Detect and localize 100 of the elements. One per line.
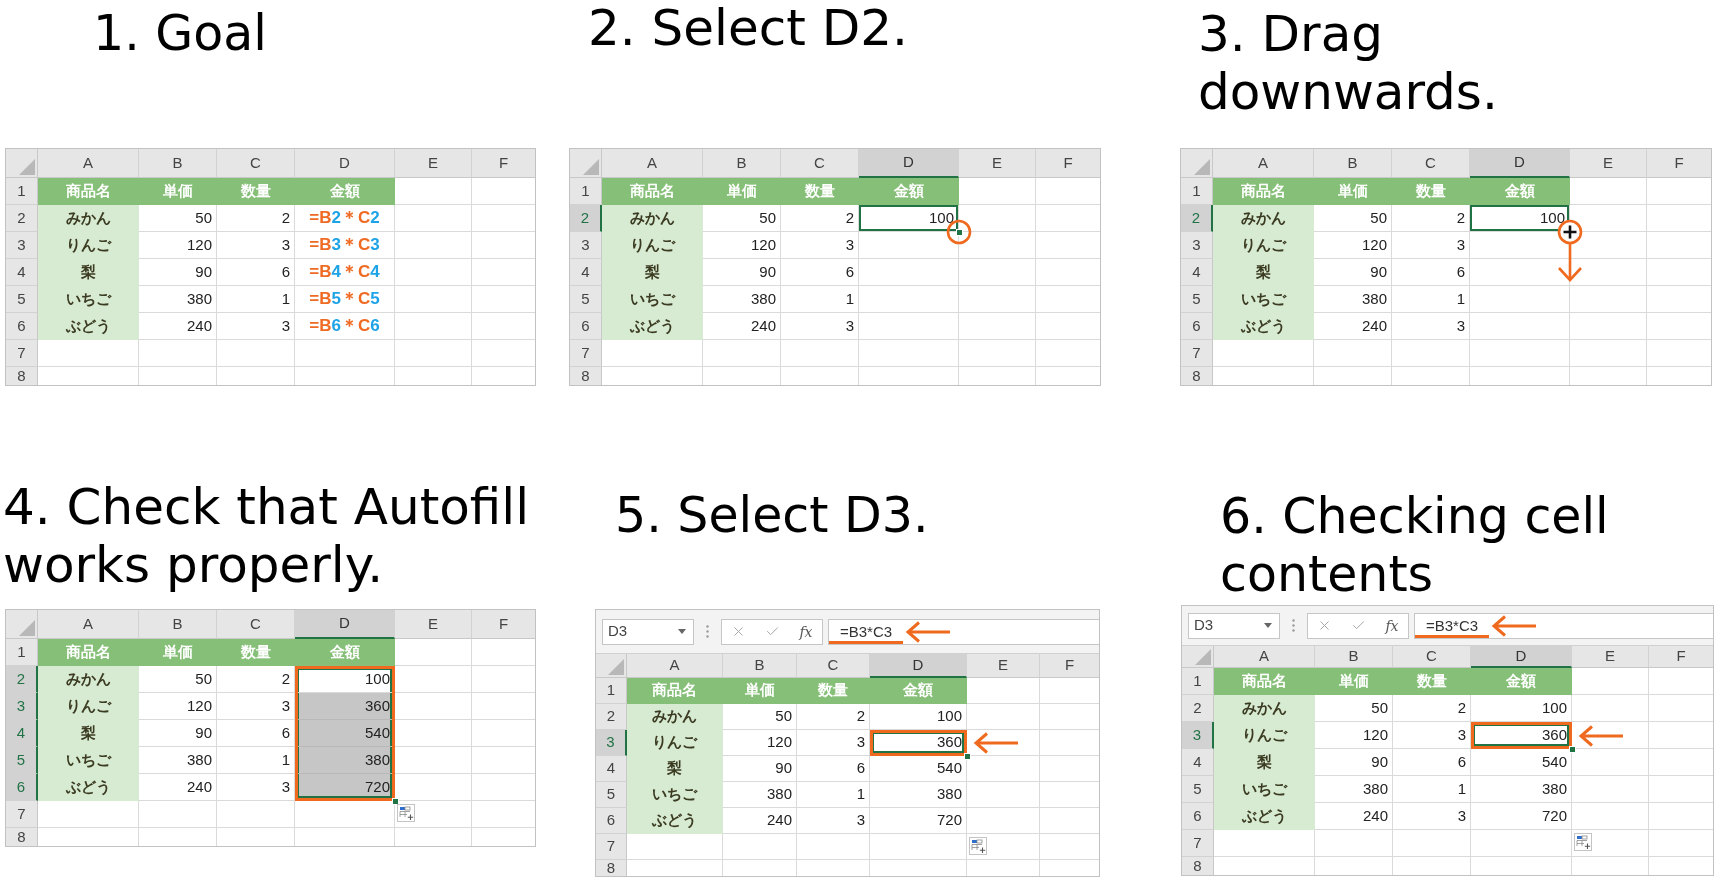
column-header[interactable]: E	[395, 149, 472, 178]
column-header[interactable]: F	[472, 610, 535, 639]
select-all-corner[interactable]	[6, 149, 38, 178]
row-header[interactable]: 2	[6, 666, 38, 693]
fill-handle[interactable]	[392, 798, 399, 805]
row-header[interactable]: 4	[1182, 749, 1214, 776]
row-header[interactable]: 5	[6, 747, 38, 774]
row-header[interactable]: 3	[570, 232, 602, 259]
column-header[interactable]: A	[38, 610, 139, 639]
row-header[interactable]: 1	[596, 678, 627, 704]
row-header[interactable]: 6	[570, 313, 602, 340]
column-header[interactable]: F	[1649, 646, 1713, 668]
row-header[interactable]: 1	[6, 178, 38, 205]
row-header[interactable]: 6	[6, 774, 38, 801]
column-header[interactable]: A	[602, 149, 703, 178]
row-header[interactable]: 7	[596, 834, 627, 860]
row-header[interactable]: 6	[1181, 313, 1213, 340]
column-header[interactable]: B	[139, 610, 217, 639]
column-header[interactable]: A	[38, 149, 139, 178]
row-header[interactable]: 4	[6, 720, 38, 747]
formula-field[interactable]: =B3*C3	[1414, 612, 1713, 639]
row-header[interactable]: 3	[6, 232, 38, 259]
column-header[interactable]: E	[1570, 149, 1647, 178]
select-all-corner[interactable]	[570, 149, 602, 178]
row-header[interactable]: 5	[6, 286, 38, 313]
column-header[interactable]: E	[959, 149, 1036, 178]
column-header[interactable]: F	[472, 149, 535, 178]
row-header[interactable]: 4	[1181, 259, 1213, 286]
row-header[interactable]: 7	[6, 340, 38, 367]
row-header[interactable]: 1	[6, 639, 38, 666]
row-header[interactable]: 6	[1182, 803, 1214, 830]
column-header[interactable]: B	[703, 149, 781, 178]
column-header[interactable]: F	[1036, 149, 1100, 178]
name-box[interactable]: D3	[602, 618, 694, 645]
row-header[interactable]: 5	[1181, 286, 1213, 313]
row-header[interactable]: 3	[596, 730, 627, 756]
column-header[interactable]: D	[295, 149, 395, 178]
table-plus-icon[interactable]	[1574, 833, 1592, 851]
column-header[interactable]: D	[295, 610, 395, 639]
row-header[interactable]: 8	[6, 828, 38, 846]
row-header[interactable]: 7	[1181, 340, 1213, 367]
column-header[interactable]: D	[1470, 149, 1570, 178]
column-header[interactable]: C	[1392, 149, 1470, 178]
row-header[interactable]: 7	[1182, 830, 1214, 857]
column-header[interactable]: C	[217, 610, 295, 639]
column-header[interactable]: F	[1647, 149, 1711, 178]
column-header[interactable]: D	[859, 149, 959, 178]
row-header[interactable]: 2	[1181, 205, 1213, 232]
row-header[interactable]: 3	[1181, 232, 1213, 259]
insert-function-button[interactable]: fx	[1385, 618, 1399, 633]
name-box[interactable]: D3	[1188, 612, 1280, 639]
column-header[interactable]: D	[870, 654, 967, 678]
row-header[interactable]: 2	[6, 205, 38, 232]
row-header[interactable]: 8	[570, 367, 602, 385]
column-header[interactable]: D	[1471, 646, 1572, 668]
row-header[interactable]: 3	[6, 693, 38, 720]
column-header[interactable]: B	[1314, 149, 1392, 178]
column-header[interactable]: E	[395, 610, 472, 639]
column-header[interactable]: E	[1572, 646, 1649, 668]
row-header[interactable]: 8	[1181, 367, 1213, 385]
select-all-corner[interactable]	[1182, 646, 1214, 668]
row-header[interactable]: 6	[6, 313, 38, 340]
row-header[interactable]: 8	[596, 860, 627, 876]
row-header[interactable]: 1	[570, 178, 602, 205]
fill-handle[interactable]	[964, 753, 971, 760]
select-all-corner[interactable]	[1181, 149, 1213, 178]
column-header[interactable]: F	[1040, 654, 1099, 678]
column-header[interactable]: A	[627, 654, 723, 678]
row-header[interactable]: 2	[570, 205, 602, 232]
row-header[interactable]: 3	[1182, 722, 1214, 749]
table-plus-icon[interactable]	[969, 837, 987, 855]
table-plus-icon[interactable]	[397, 804, 415, 822]
column-header[interactable]: B	[723, 654, 797, 678]
row-header[interactable]: 4	[6, 259, 38, 286]
fill-handle[interactable]	[956, 229, 963, 236]
row-header[interactable]: 8	[1182, 857, 1214, 875]
column-header[interactable]: C	[1393, 646, 1471, 668]
column-header[interactable]: B	[1315, 646, 1393, 668]
column-header[interactable]: E	[967, 654, 1040, 678]
insert-function-button[interactable]: fx	[799, 624, 813, 639]
select-all-corner[interactable]	[6, 610, 38, 639]
row-header[interactable]: 7	[6, 801, 38, 828]
column-header[interactable]: B	[139, 149, 217, 178]
row-header[interactable]: 1	[1182, 668, 1214, 695]
fill-handle[interactable]	[1569, 746, 1576, 753]
row-header[interactable]: 4	[570, 259, 602, 286]
row-header[interactable]: 6	[596, 808, 627, 834]
select-all-corner[interactable]	[596, 654, 627, 678]
column-header[interactable]: A	[1214, 646, 1315, 668]
row-header[interactable]: 5	[1182, 776, 1214, 803]
column-header[interactable]: C	[797, 654, 870, 678]
row-header[interactable]: 2	[1182, 695, 1214, 722]
row-header[interactable]: 7	[570, 340, 602, 367]
formula-field[interactable]: =B3*C3	[828, 618, 1099, 645]
column-header[interactable]: C	[781, 149, 859, 178]
column-header[interactable]: C	[217, 149, 295, 178]
row-header[interactable]: 5	[596, 782, 627, 808]
row-header[interactable]: 4	[596, 756, 627, 782]
row-header[interactable]: 5	[570, 286, 602, 313]
row-header[interactable]: 2	[596, 704, 627, 730]
